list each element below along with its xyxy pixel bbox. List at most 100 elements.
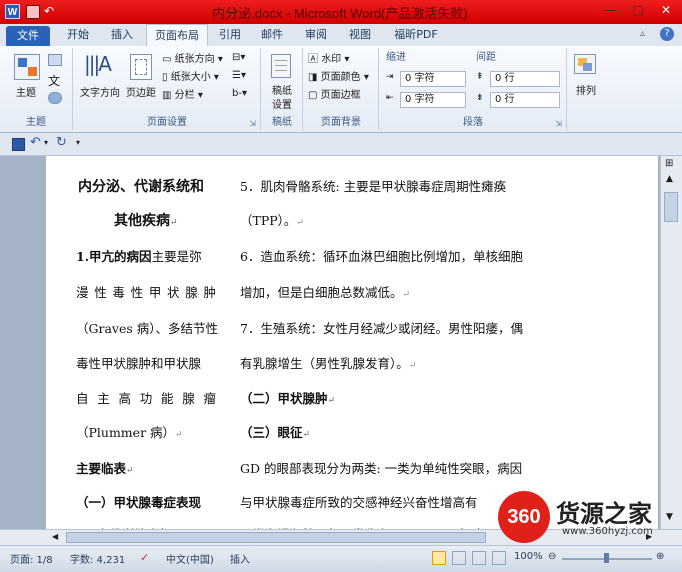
page-color-icon: ◨ (308, 72, 318, 83)
quick-access-toolbar: ↶ ▾ ↻ ▾ (0, 133, 682, 156)
tab-view[interactable]: 视图 (340, 24, 380, 46)
text-direction-button[interactable]: 文字方向 (76, 84, 124, 99)
doc-right-line4: 增加，但是白细胞总数减低。↵ (240, 285, 411, 300)
size-button[interactable]: ▯ 纸张大小 ▾ (162, 70, 219, 86)
print-layout-icon[interactable] (432, 551, 446, 565)
indent-right-input[interactable]: 0 字符 (400, 92, 466, 108)
doc-left-line7: 主要临表↵ (76, 461, 134, 476)
columns-button[interactable]: ▥ 分栏 ▾ (162, 88, 203, 104)
themes-icon[interactable] (14, 54, 40, 80)
title-bar: W ↶ 内分泌.docx - Microsoft Word(产品激活失败) — … (0, 0, 682, 24)
indent-title: 缩进 (386, 52, 406, 63)
save-icon[interactable] (12, 138, 25, 151)
horizontal-scroll-thumb[interactable] (66, 532, 486, 543)
theme-effects-icon[interactable] (48, 92, 62, 104)
ruler-toggle-icon[interactable]: ⊞ (665, 158, 673, 169)
theme-colors-icon[interactable] (48, 54, 62, 66)
dropdown-arrow-icon: ▾ (217, 54, 223, 65)
repeat-icon[interactable]: ↻ (56, 135, 67, 150)
line-numbers-icon[interactable]: ☰▾ (232, 70, 246, 81)
dropdown-arrow-icon: ▾ (363, 72, 369, 83)
tab-file[interactable]: 文件 (6, 26, 50, 46)
close-button[interactable]: ✕ (652, 0, 680, 20)
manuscript-button-line1[interactable]: 稿纸 (262, 82, 302, 97)
text-direction-icon[interactable]: |||A (84, 52, 112, 76)
minimize-button[interactable]: — (596, 0, 624, 20)
status-word-count[interactable]: 字数: 4,231 (70, 551, 125, 566)
doc-right-line7: （二）甲状腺肿↵ (240, 391, 336, 406)
zoom-out-icon[interactable]: ⊖ (548, 551, 556, 562)
undo-icon[interactable]: ↶ (30, 135, 41, 150)
spacing-before-icon: ⇞ (476, 72, 484, 82)
tab-foxit-pdf[interactable]: 福昕PDF (386, 24, 446, 46)
save-icon[interactable] (26, 5, 40, 19)
manuscript-icon[interactable] (271, 54, 291, 78)
status-page[interactable]: 页面: 1/8 (10, 551, 53, 566)
scroll-up-icon[interactable]: ▲ (666, 174, 673, 184)
group-manuscript: 稿纸 设置 稿纸 (262, 48, 303, 130)
customize-qat-icon[interactable]: ▾ (76, 138, 80, 147)
maximize-button[interactable]: □ (624, 0, 652, 20)
ribbon-collapse-icon[interactable]: ▵ (640, 28, 645, 39)
status-language[interactable]: 中文(中国) (166, 551, 214, 566)
group-label-page-background: 页面背景 (321, 117, 361, 128)
vertical-scroll-thumb[interactable] (664, 192, 678, 222)
spacing-after-input[interactable]: 0 行 (490, 92, 560, 108)
watermark-url: www.360hyzj.com (562, 526, 653, 537)
margins-icon[interactable] (130, 54, 152, 80)
tab-insert[interactable]: 插入 (102, 24, 142, 46)
indent-right-icon: ⇤ (386, 93, 394, 103)
doc-left-line6: （Plummer 病）↵ (76, 425, 183, 440)
arrange-icon[interactable] (574, 54, 596, 74)
word-app-icon[interactable]: W (5, 4, 20, 19)
doc-right-line8: （三）眼征↵ (240, 425, 311, 440)
watermark-brand-name: 货源之家 (556, 500, 652, 528)
doc-left-line8: （一）甲状腺毒症表现 (76, 495, 202, 510)
doc-right-line5: 7．生殖系统：女性月经减少或闭经。男性阳痿，偶 (240, 321, 523, 336)
dialog-launcher-icon[interactable]: ⇲ (555, 119, 562, 128)
columns-icon: ▥ (162, 90, 172, 101)
doc-right-line2: （TPP）。↵ (240, 213, 304, 228)
doc-left-line3: （Graves 病）、多结节性 (76, 321, 219, 336)
outline-view-icon[interactable] (492, 551, 506, 565)
spacing-before-input[interactable]: 0 行 (490, 71, 560, 87)
watermark-button[interactable]: 🄰 水印 ▾ (308, 52, 349, 68)
ribbon: 主题 文 主题 |||A 文字方向 页边距 ▭ 纸张方向 ▾ ▯ 纸张大小 ▾ … (0, 46, 682, 133)
doc-left-line5: 自主高功能腺瘤 (76, 391, 216, 406)
themes-button-label[interactable]: 主题 (6, 84, 46, 99)
theme-fonts-icon[interactable]: 文 (48, 72, 60, 89)
scroll-left-icon[interactable]: ◀ (52, 532, 58, 541)
orientation-button[interactable]: ▭ 纸张方向 ▾ (162, 52, 223, 68)
web-layout-icon[interactable] (472, 551, 486, 565)
indent-left-input[interactable]: 0 字符 (400, 71, 466, 87)
full-screen-reading-icon[interactable] (452, 551, 466, 565)
undo-dropdown-icon[interactable]: ▾ (44, 138, 48, 147)
page-color-button[interactable]: ◨ 页面颜色 ▾ (308, 70, 369, 86)
breaks-icon[interactable]: ⊟▾ (232, 52, 245, 63)
zoom-level[interactable]: 100% (514, 551, 543, 562)
document-page[interactable]: 内分泌、代谢系统和 其他疾病↵ 1.甲亢的病因主要是弥 漫性毒性甲状腺肿 （Gr… (46, 156, 658, 542)
dialog-launcher-icon[interactable]: ⇲ (249, 119, 256, 128)
page-borders-icon: ▢ (308, 90, 318, 101)
hyphenation-icon[interactable]: b‐▾ (232, 88, 247, 99)
zoom-slider-thumb[interactable] (604, 553, 609, 563)
doc-right-line6: 有乳腺增生（男性乳腺发育）。↵ (240, 356, 417, 371)
margins-button[interactable]: 页边距 (122, 84, 160, 99)
tab-review[interactable]: 审阅 (298, 24, 334, 46)
undo-icon[interactable]: ↶ (44, 4, 54, 18)
help-icon[interactable]: ? (660, 27, 674, 41)
manuscript-button-line2[interactable]: 设置 (262, 96, 302, 111)
group-page-background: 🄰 水印 ▾ ◨ 页面颜色 ▾ ▢ 页面边框 页面背景 (304, 48, 379, 130)
tab-page-layout[interactable]: 页面布局 (146, 24, 208, 46)
page-borders-button[interactable]: ▢ 页面边框 (308, 88, 361, 104)
tab-references[interactable]: 引用 (212, 24, 248, 46)
indent-left-icon: ⇥ (386, 72, 394, 82)
tab-mailings[interactable]: 邮件 (254, 24, 290, 46)
status-insert-mode[interactable]: 插入 (230, 551, 250, 566)
arrange-button[interactable]: 排列 (568, 82, 604, 97)
zoom-in-icon[interactable]: ⊕ (656, 551, 664, 562)
vertical-scrollbar[interactable]: ⊞ ▲ ▼ (660, 156, 682, 529)
tab-home[interactable]: 开始 (58, 24, 98, 46)
proofing-icon[interactable]: ✓ (140, 551, 149, 564)
scroll-down-icon[interactable]: ▼ (666, 512, 673, 522)
